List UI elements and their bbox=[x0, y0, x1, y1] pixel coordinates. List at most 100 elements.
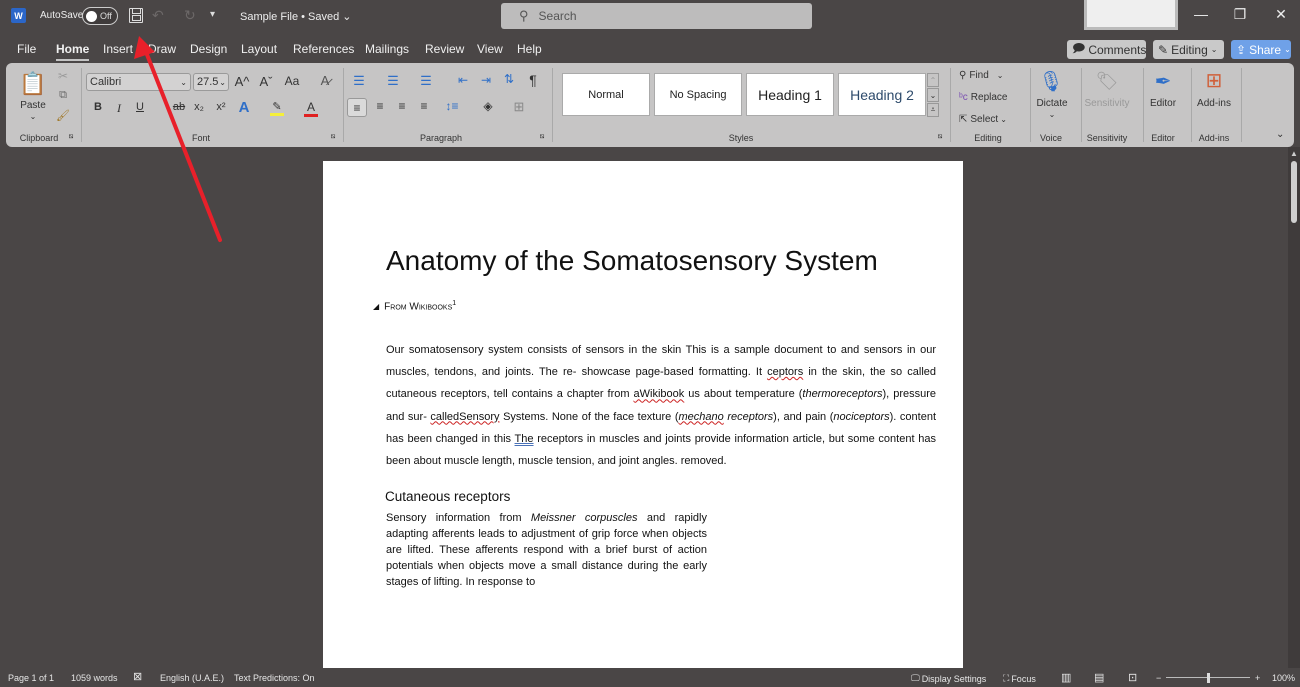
addins-button[interactable]: Add-ins bbox=[1194, 98, 1234, 109]
search-box[interactable]: ⚲ Search bbox=[501, 3, 812, 29]
zoom-level[interactable]: 100% bbox=[1272, 673, 1295, 683]
cut-icon[interactable]: ✂ bbox=[56, 69, 70, 83]
spelling-error[interactable]: aWikibook bbox=[634, 388, 685, 400]
line-spacing-icon[interactable]: ↕≡ bbox=[440, 99, 464, 113]
shrink-font-button[interactable]: Aˇ bbox=[258, 74, 274, 89]
borders-icon[interactable]: ⊞ bbox=[511, 99, 527, 115]
font-name-combo[interactable]: Calibri ⌄ bbox=[86, 73, 191, 91]
decrease-indent-icon[interactable]: ⇤ bbox=[455, 73, 471, 87]
clear-formatting-icon[interactable]: A̷ bbox=[316, 73, 334, 88]
page-count[interactable]: Page 1 of 1 bbox=[8, 673, 54, 683]
text-predictions-status[interactable]: Text Predictions: On bbox=[234, 673, 315, 683]
paste-button[interactable]: Paste bbox=[18, 100, 48, 111]
vertical-scrollbar[interactable]: ▲ bbox=[1288, 147, 1300, 668]
web-layout-icon[interactable]: ⊡ bbox=[1128, 671, 1137, 684]
styles-more-button[interactable]: ⩡ bbox=[927, 103, 939, 117]
tab-file[interactable]: File bbox=[17, 42, 36, 56]
collapse-triangle-icon[interactable]: ◢ bbox=[373, 302, 379, 311]
format-painter-icon[interactable]: 🖌 bbox=[56, 109, 70, 122]
proofing-icon[interactable]: ⊠ bbox=[133, 670, 142, 683]
grow-font-button[interactable]: A^ bbox=[234, 74, 250, 89]
copy-icon[interactable]: ⧉ bbox=[56, 89, 70, 102]
style-no-spacing[interactable]: No Spacing bbox=[654, 73, 742, 116]
zoom-slider-thumb[interactable] bbox=[1207, 673, 1210, 683]
tab-draw[interactable]: Draw bbox=[148, 42, 176, 56]
save-icon[interactable] bbox=[129, 8, 143, 23]
font-size-combo[interactable]: 27.5 ⌄ bbox=[193, 73, 229, 91]
tab-home[interactable]: Home bbox=[56, 42, 90, 61]
undo-icon[interactable]: ↶ bbox=[152, 7, 164, 24]
change-case-button[interactable]: Aa bbox=[281, 74, 303, 88]
editor-icon[interactable]: ✒ bbox=[1150, 68, 1176, 94]
bold-button[interactable]: B bbox=[92, 101, 104, 113]
replace-button[interactable]: ᵇc Replace bbox=[959, 90, 1007, 104]
italic-button[interactable]: I bbox=[113, 101, 125, 116]
tab-layout[interactable]: Layout bbox=[241, 42, 277, 56]
strikethrough-button[interactable]: ab bbox=[172, 101, 186, 113]
tab-references[interactable]: References bbox=[293, 42, 354, 56]
styles-scroll-down[interactable]: ⌄ bbox=[927, 88, 939, 102]
style-heading-2[interactable]: Heading 2 bbox=[838, 73, 926, 116]
select-button[interactable]: ⇱ Select ⌄ bbox=[959, 112, 1007, 126]
tab-help[interactable]: Help bbox=[517, 42, 542, 56]
dictate-button[interactable]: Dictate bbox=[1032, 98, 1072, 109]
bullets-icon[interactable]: ☰ bbox=[350, 73, 368, 89]
tab-view[interactable]: View bbox=[477, 42, 503, 56]
tab-review[interactable]: Review bbox=[425, 42, 464, 56]
autosave-toggle[interactable]: Off bbox=[82, 7, 118, 25]
word-count[interactable]: 1059 words bbox=[71, 673, 118, 683]
chevron-down-icon[interactable]: ⌄ bbox=[1046, 110, 1058, 119]
show-formatting-button[interactable]: ¶ bbox=[526, 72, 540, 88]
clipboard-launcher-icon[interactable]: ⧅ bbox=[69, 133, 73, 141]
print-layout-icon[interactable]: ▤ bbox=[1094, 671, 1104, 684]
tab-mailings[interactable]: Mailings bbox=[365, 42, 409, 56]
microphone-icon[interactable]: 🎙 bbox=[1038, 68, 1063, 94]
increase-indent-icon[interactable]: ⇥ bbox=[478, 73, 494, 87]
tab-insert[interactable]: Insert bbox=[103, 42, 133, 56]
numbering-icon[interactable]: ☰ bbox=[384, 73, 402, 89]
spelling-error[interactable]: calledSensory bbox=[430, 411, 499, 423]
style-heading-1[interactable]: Heading 1 bbox=[746, 73, 834, 116]
align-right-button[interactable]: ≡ bbox=[394, 99, 410, 113]
spelling-error[interactable]: mechano bbox=[678, 411, 723, 423]
zoom-out-button[interactable]: − bbox=[1156, 673, 1161, 683]
read-mode-icon[interactable]: ▥ bbox=[1061, 671, 1071, 684]
document-page[interactable]: Anatomy of the Somatosensory System ◢ Fro… bbox=[323, 161, 963, 681]
text-effects-icon[interactable]: A bbox=[236, 99, 252, 116]
style-normal[interactable]: Normal bbox=[562, 73, 650, 116]
scroll-up-icon[interactable]: ▲ bbox=[1290, 149, 1298, 158]
language-indicator[interactable]: English (U.A.E.) bbox=[160, 673, 224, 683]
superscript-button[interactable]: x² bbox=[214, 101, 228, 113]
underline-button[interactable]: U bbox=[134, 101, 146, 113]
close-button[interactable]: ✕ bbox=[1266, 6, 1296, 23]
account-area[interactable] bbox=[1084, 0, 1178, 30]
sort-icon[interactable]: ⇅ bbox=[501, 72, 517, 86]
restore-button[interactable]: ❐ bbox=[1225, 6, 1255, 23]
addins-icon[interactable]: ⊞ bbox=[1202, 68, 1226, 92]
justify-button[interactable]: ≡ bbox=[416, 99, 432, 113]
minimize-button[interactable]: — bbox=[1186, 6, 1216, 22]
paragraph-launcher-icon[interactable]: ⧅ bbox=[540, 133, 544, 141]
comments-button[interactable]: 🗩 Comments bbox=[1067, 40, 1146, 59]
customize-quick-access-icon[interactable]: ▾ bbox=[210, 9, 215, 20]
paste-options-chevron[interactable]: ⌄ bbox=[26, 112, 40, 121]
display-settings-button[interactable]: 🖵 Display Settings bbox=[911, 673, 986, 684]
find-button[interactable]: ⚲ Find ⌄ bbox=[959, 68, 1003, 82]
align-left-button[interactable]: ≡ bbox=[347, 98, 367, 117]
grammar-suggestion[interactable]: The bbox=[515, 433, 534, 445]
styles-scroll-up[interactable]: ⌃ bbox=[927, 73, 939, 87]
paste-icon[interactable]: 📋 bbox=[19, 69, 46, 99]
tab-design[interactable]: Design bbox=[190, 42, 227, 56]
font-color-button[interactable]: A bbox=[303, 99, 319, 117]
collapse-ribbon-icon[interactable]: ⌄ bbox=[1276, 129, 1284, 140]
font-launcher-icon[interactable]: ⧅ bbox=[331, 133, 335, 141]
redo-icon[interactable]: ↻ bbox=[184, 7, 196, 24]
subscript-button[interactable]: x₂ bbox=[192, 101, 206, 113]
shading-icon[interactable]: ◈ bbox=[480, 99, 496, 113]
editor-button[interactable]: Editor bbox=[1144, 98, 1182, 109]
highlight-color-button[interactable]: ✎ bbox=[269, 99, 285, 117]
align-center-button[interactable]: ≡ bbox=[372, 99, 388, 113]
scrollbar-thumb[interactable] bbox=[1291, 161, 1297, 223]
spelling-error[interactable]: ceptors bbox=[767, 366, 803, 378]
editing-mode-button[interactable]: ✎ Editing ⌄ bbox=[1153, 40, 1224, 59]
